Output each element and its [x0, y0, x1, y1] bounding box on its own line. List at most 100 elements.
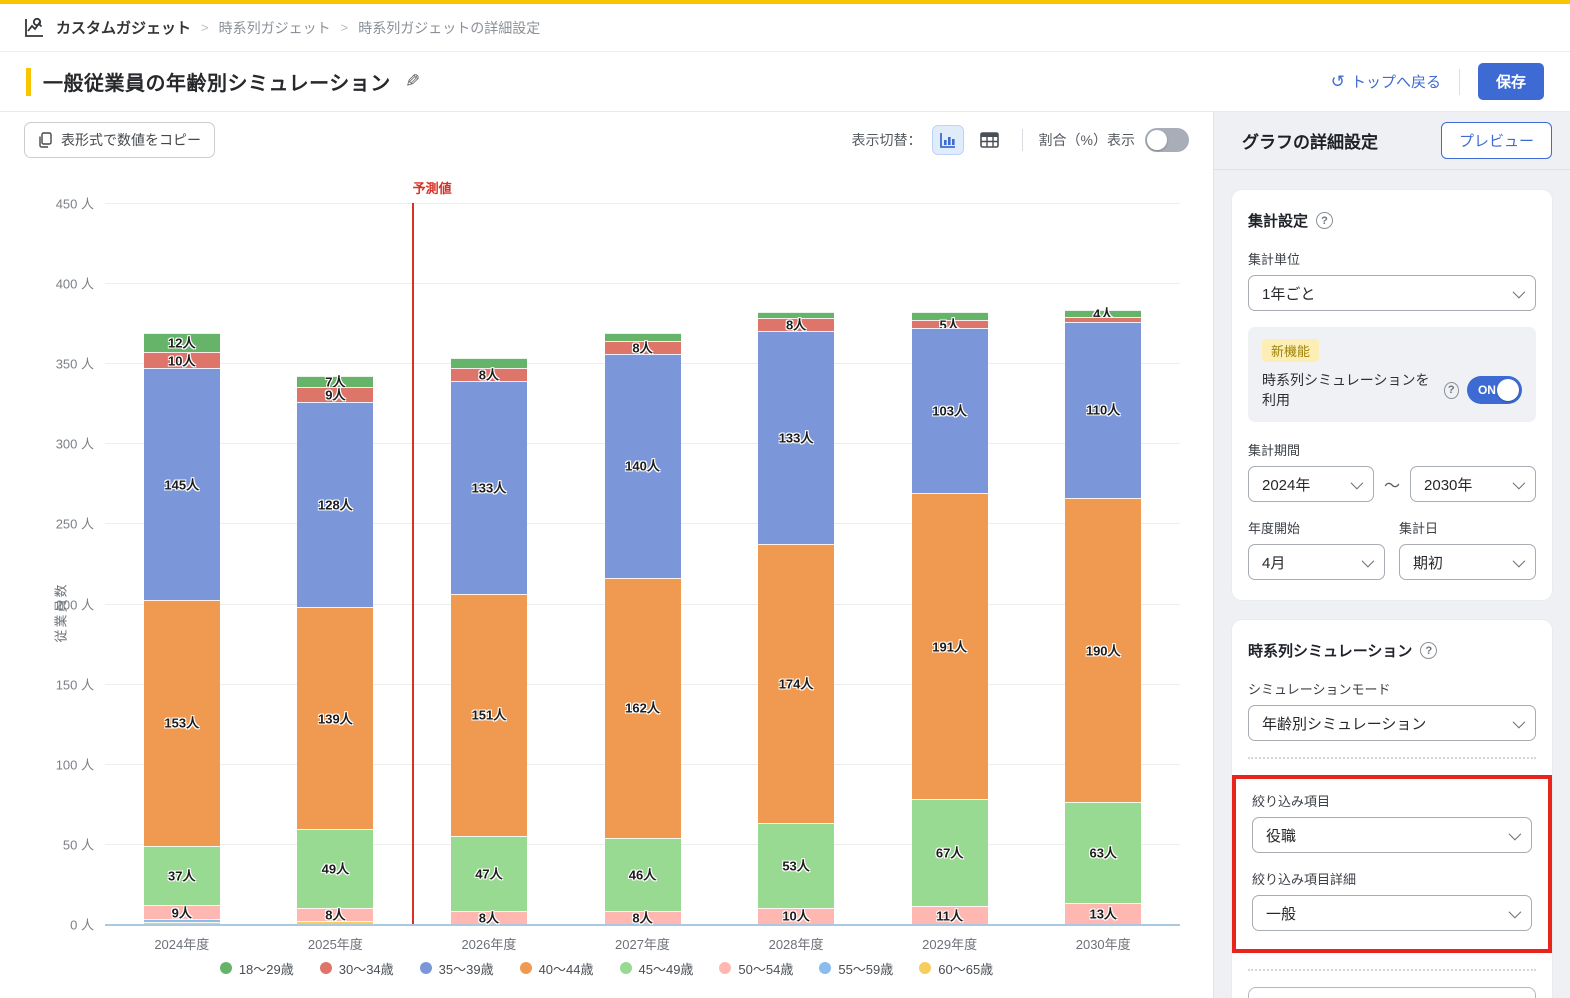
y-tick-label: 400 人 [32, 274, 94, 293]
table-view-button[interactable] [974, 125, 1006, 155]
aggregation-settings-card: 集計設定 ? 集計単位 1年ごと 新機能 時系列シミュレーションを利用 ? ON [1232, 190, 1552, 600]
stacked-bar[interactable]: 7人9人128人 139人 49人8人 [297, 203, 373, 924]
stacked-bar-chart: 0 人50 人100 人150 人200 人250 人300 人350 人400… [0, 168, 1213, 948]
breadcrumb-item-custom-gadget[interactable]: カスタムガジェット [56, 17, 191, 38]
stacked-bar[interactable]: 5人103人191人 67人 11人 [912, 203, 988, 924]
copy-table-values-button[interactable]: 表形式で数値をコピー [24, 122, 215, 158]
stacked-bar[interactable]: 8人140人162人46人8人 [605, 203, 681, 924]
bar-segment[interactable]: 53人 [758, 823, 834, 908]
back-to-top-link[interactable]: ↺ トップへ戻る [1331, 71, 1441, 92]
bar-segment[interactable]: 162人 [605, 578, 681, 838]
stacked-bar[interactable]: 4人 110人 190人63人13人 [1065, 203, 1141, 924]
edit-title-icon[interactable]: ✎ [405, 71, 420, 92]
y-tick-label: 250 人 [32, 514, 94, 533]
bar-segment[interactable]: 10人 [144, 352, 220, 368]
bar-segment[interactable]: 190人 [1065, 498, 1141, 802]
percent-display-toggle[interactable] [1145, 128, 1189, 152]
period-separator: 〜 [1384, 472, 1400, 496]
bar-segment[interactable] [912, 312, 988, 320]
bar-segment[interactable]: 63人 [1065, 802, 1141, 903]
bar-segment[interactable]: 49人 [297, 829, 373, 908]
filter-detail-label: 絞り込み項目詳細 [1252, 869, 1532, 888]
legend-item[interactable]: 35〜39歳 [420, 959, 494, 978]
bar-segment[interactable]: 11人 [912, 906, 988, 924]
bar-value-label: 110人 [1065, 404, 1141, 417]
bar-segment[interactable]: 46人 [605, 838, 681, 912]
stacked-bar[interactable]: 8人133人174人53人10人 [758, 203, 834, 924]
bar-segment[interactable]: 140人 [605, 354, 681, 578]
bar-segment[interactable]: 9人 [297, 387, 373, 401]
bar-segment[interactable]: 5人 [912, 320, 988, 328]
period-label: 集計期間 [1248, 440, 1536, 459]
legend-item[interactable]: 30〜34歳 [320, 959, 394, 978]
unit-select[interactable]: 1年ごと [1248, 275, 1536, 311]
bar-segment[interactable]: 10人 [758, 908, 834, 924]
legend-item[interactable]: 60〜65歳 [919, 959, 993, 978]
bar-value-label: 53人 [758, 860, 834, 873]
stacked-bar[interactable]: 8人133人151人47人8人 [451, 203, 527, 924]
legend-item[interactable]: 50〜54歳 [719, 959, 793, 978]
bar-segment[interactable] [144, 919, 220, 922]
bar-segment[interactable] [605, 333, 681, 341]
bar-segment[interactable]: 128人 [297, 402, 373, 607]
aggregation-day-select[interactable]: 期初 [1399, 544, 1536, 580]
legend-item[interactable]: 40〜44歳 [520, 959, 594, 978]
bar-segment[interactable]: 4人 [1065, 310, 1141, 316]
bar-segment[interactable]: 8人 [451, 368, 527, 381]
help-icon[interactable]: ? [1420, 642, 1437, 659]
bar-segment[interactable]: 13人 [1065, 903, 1141, 924]
fiscal-year-start-select[interactable]: 4月 [1248, 544, 1385, 580]
help-icon[interactable]: ? [1316, 212, 1333, 229]
bar-segment[interactable]: 8人 [297, 908, 373, 921]
filter-detail-select[interactable]: 一般 [1252, 895, 1532, 931]
legend-label: 30〜34歳 [339, 959, 394, 978]
bar-segment[interactable]: 153人 [144, 600, 220, 845]
bar-segment[interactable]: 8人 [758, 318, 834, 331]
bar-segment[interactable]: 103人 [912, 328, 988, 493]
bar-segment[interactable]: 37人 [144, 846, 220, 905]
bar-segment[interactable]: 9人 [144, 905, 220, 919]
simulation-use-toggle[interactable]: ON [1467, 376, 1522, 404]
gridline [105, 283, 1180, 284]
title-accent-bar [26, 68, 31, 96]
bar-segment[interactable]: 145人 [144, 368, 220, 600]
bar-segment[interactable]: 110人 [1065, 322, 1141, 498]
period-from-select[interactable]: 2024年 [1248, 466, 1374, 502]
legend-item[interactable]: 45〜49歳 [620, 959, 694, 978]
chart-view-button[interactable] [932, 125, 964, 155]
bar-segment[interactable]: 8人 [605, 341, 681, 354]
bar-value-label: 139人 [297, 712, 373, 725]
bar-segment[interactable]: 12人 [144, 333, 220, 352]
bar-value-label: 10人 [144, 354, 220, 367]
stacked-bar[interactable]: 12人 10人145人153人37人9人 [144, 203, 220, 924]
breadcrumb: カスタムガジェット > 時系列ガジェット > 時系列ガジェットの詳細設定 [56, 17, 540, 38]
legend-item[interactable]: 18〜29歳 [220, 959, 294, 978]
bar-segment[interactable] [758, 312, 834, 318]
bar-segment[interactable]: 139人 [297, 607, 373, 830]
breadcrumb-item-timeseries-gadget[interactable]: 時系列ガジェット [219, 18, 331, 38]
filter-item-select[interactable]: 役職 [1252, 817, 1532, 853]
bar-segment[interactable]: 8人 [605, 911, 681, 924]
bar-value-label: 140人 [605, 460, 681, 473]
y-tick-label: 350 人 [32, 354, 94, 373]
bar-chart-icon [939, 132, 957, 149]
simulation-mode-select[interactable]: 年齢別シミュレーション [1248, 705, 1536, 741]
settings-panel-header: グラフの詳細設定 プレビュー [1214, 112, 1570, 170]
preview-button[interactable]: プレビュー [1441, 122, 1552, 159]
bar-segment[interactable]: 191人 [912, 493, 988, 799]
bar-segment[interactable]: 7人 [297, 376, 373, 387]
bar-segment[interactable]: 133人 [451, 381, 527, 594]
bar-segment[interactable]: 151人 [451, 594, 527, 836]
legend-swatch [420, 962, 432, 974]
bar-segment[interactable]: 67人 [912, 799, 988, 906]
advanced-conditions-button[interactable]: ⚙ 詳細条件を設定 [1248, 987, 1536, 998]
header-divider [1459, 69, 1460, 95]
bar-value-label: 67人 [912, 847, 988, 860]
bar-segment[interactable] [1065, 317, 1141, 322]
period-to-select[interactable]: 2030年 [1410, 466, 1536, 502]
bar-segment[interactable]: 47人 [451, 836, 527, 911]
bar-segment[interactable]: 8人 [451, 911, 527, 924]
save-button[interactable]: 保存 [1478, 63, 1544, 100]
legend-item[interactable]: 55〜59歳 [819, 959, 893, 978]
help-icon[interactable]: ? [1444, 382, 1459, 399]
